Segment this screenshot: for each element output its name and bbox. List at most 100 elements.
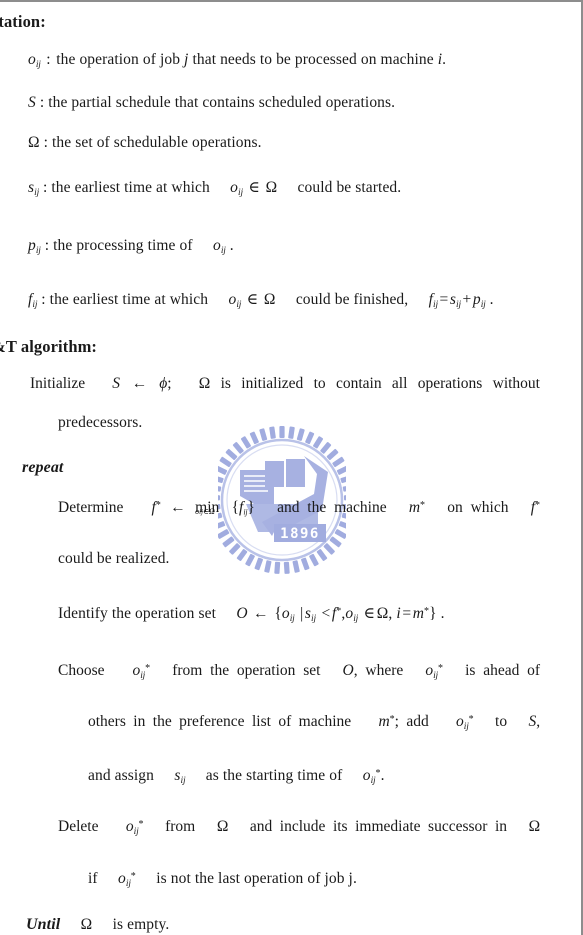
choose-cont-text-c: to <box>495 713 508 730</box>
notation-item-f: fij : the earliest time at which oij ∈ Ω… <box>28 292 494 311</box>
symbol-m-star: m <box>412 605 425 622</box>
scanned-page: 1896 otation: oij : the operation of job… <box>0 0 583 935</box>
until-text: is empty. <box>112 916 170 933</box>
notation-text-s: : the earliest time at which <box>43 179 210 196</box>
symbol-O: O <box>342 662 354 679</box>
assign-text-a: and assign <box>88 767 155 784</box>
equals-sign: = <box>402 605 412 622</box>
symbol-S: S <box>28 94 36 111</box>
period: . <box>489 291 494 308</box>
right-brace: } <box>429 605 437 622</box>
choose-text-d: is ahead of <box>465 662 541 679</box>
algorithm-keyword-until: Until <box>26 916 61 933</box>
symbol-m-star: m <box>408 499 421 516</box>
determine-label: Determine <box>58 499 124 516</box>
subscript-ij: ij <box>238 188 243 199</box>
symbol-o: o <box>230 179 239 196</box>
less-than-sign: < <box>321 605 331 622</box>
subscript-ij: ij <box>236 300 242 311</box>
superscript-star: * <box>468 713 474 725</box>
superscript-star: * <box>437 662 443 674</box>
choose-cont-text-a: others in the preference list of machine <box>88 713 352 730</box>
algorithm-line-initialize: Initialize S ← ϕ; Ω is initialized to co… <box>30 376 540 392</box>
element-of-icon: ∈ <box>248 179 261 196</box>
period: . <box>440 605 445 622</box>
symbol-o-star: o <box>362 767 371 784</box>
symbol-S: S <box>112 375 120 392</box>
subscript-ij: ij <box>289 614 295 625</box>
notation-item-S: S : the partial schedule that contains s… <box>28 95 395 111</box>
min-operator: min oij∈Ω <box>195 500 231 516</box>
initialize-text: is initialized to contain all operations… <box>220 375 540 392</box>
left-brace: { <box>231 499 240 516</box>
notation-item-o: oij : the operation of job j that needs … <box>28 52 446 71</box>
algorithm-line-choose: Choose oij* from the operation set O, wh… <box>58 663 540 682</box>
symbol-o-star: o <box>456 713 464 730</box>
algorithm-line-determine: Determine f* ← min oij∈Ω {fij} and the m… <box>58 500 540 516</box>
symbol-o-star: o <box>425 662 434 679</box>
symbol-omega: Ω <box>263 291 276 308</box>
period: . <box>442 51 447 68</box>
notation-item-s: sij : the earliest time at which oij ∈ Ω… <box>28 180 401 199</box>
comma: , <box>536 713 541 730</box>
symbol-m-star: m <box>378 713 390 730</box>
delete-text-b: from <box>165 818 196 835</box>
superscript-star: * <box>138 818 144 830</box>
symbol-omega: Ω <box>216 818 229 835</box>
subscript-ij: ij <box>32 300 38 311</box>
subscript-ij: ij <box>311 614 316 625</box>
symbol-o: o <box>28 51 36 68</box>
symbol-o-star: o <box>118 870 126 887</box>
choose-text-b: from the operation set <box>172 662 321 679</box>
choose-label: Choose <box>58 662 105 679</box>
notation-heading: otation: <box>0 12 46 31</box>
choose-cont-text-b: ; add <box>394 713 429 730</box>
symbol-omega: Ω <box>528 818 541 835</box>
delete-text-c: and include its immediate successor in <box>249 818 508 835</box>
subscript-ij: ij <box>480 300 486 311</box>
equals-sign: = <box>439 291 449 308</box>
subscript-ij: ij <box>35 246 41 257</box>
superscript-star: * <box>535 499 541 511</box>
subscript-ij: ij <box>220 246 226 257</box>
right-brace: } <box>247 499 255 516</box>
symbol-p: p <box>28 237 36 254</box>
notation-text-S: : the partial schedule that contains sch… <box>39 94 396 111</box>
element-of-icon: ∈ <box>246 291 259 308</box>
left-arrow-icon: ← <box>253 605 269 622</box>
symbol-omega: Ω <box>376 605 389 622</box>
notation-text-omega: : the set of schedulable operations. <box>43 134 262 151</box>
notation-text-p: : the processing time of <box>44 237 193 254</box>
notation-item-omega: Ω : the set of schedulable operations. <box>28 135 262 151</box>
notation-text-o: the operation of job <box>56 51 181 68</box>
algorithm-line-until: Until Ω is empty. <box>26 917 169 933</box>
algorithm-line-choose-cont2: and assign sij as the starting time of o… <box>88 768 385 787</box>
symbol-omega: Ω <box>80 916 93 933</box>
plus-sign: + <box>462 291 472 308</box>
algorithm-line-delete: Delete oij* from Ω and include its immed… <box>58 819 540 838</box>
notation-item-p: pij : the processing time of oij . <box>28 238 234 257</box>
delete-label: Delete <box>58 818 99 835</box>
notation-text-f-2: could be finished, <box>295 291 409 308</box>
algorithm-line-predecessors: predecessors. <box>58 414 143 431</box>
algorithm-heading: &T algorithm: <box>0 337 98 356</box>
superscript-star: * <box>155 499 161 511</box>
comma: , <box>388 605 393 622</box>
determine-text-b: and the machine <box>277 499 387 516</box>
superscript-star: * <box>145 662 151 674</box>
algorithm-line-identify: Identify the operation set O ← {oij |sij… <box>58 606 445 625</box>
determine-text-c: on which <box>447 499 509 516</box>
period: . <box>229 237 234 254</box>
left-arrow-icon: ← <box>170 499 186 516</box>
delete-cont-text-b: is not the last operation of job j. <box>156 870 357 887</box>
symbol-o: o <box>213 237 221 254</box>
assign-text-b: as the starting time of <box>205 767 343 784</box>
left-arrow-icon: ← <box>131 375 148 392</box>
symbol-o: o <box>281 605 290 622</box>
symbol-omega: Ω <box>28 134 40 151</box>
subscript-ij: ij <box>34 188 40 199</box>
initialize-label: Initialize <box>30 375 86 392</box>
notation-text-f: : the earliest time at which <box>41 291 209 308</box>
algorithm-line-choose-cont1: others in the preference list of machine… <box>88 714 540 733</box>
algorithm-line-delete-cont: if oij* is not the last operation of job… <box>88 871 357 890</box>
